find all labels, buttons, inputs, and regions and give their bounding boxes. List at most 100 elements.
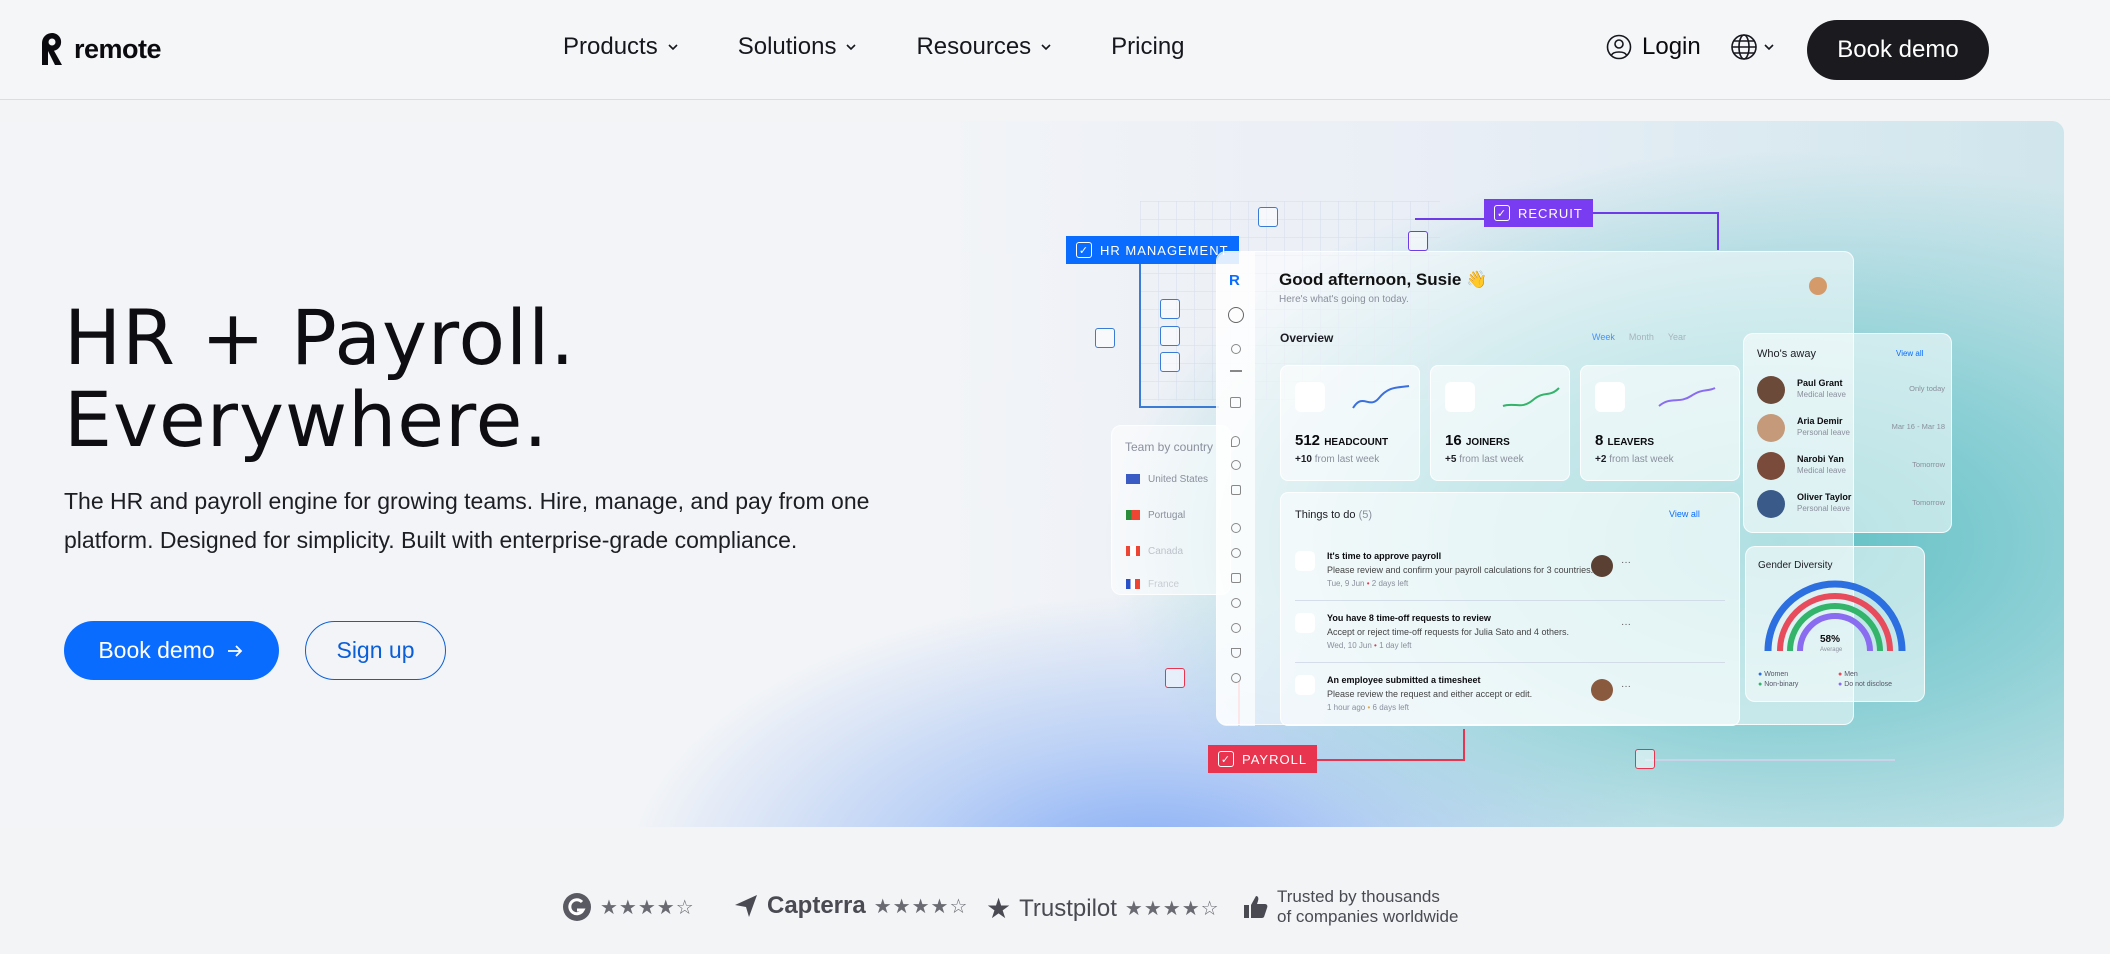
gender-diversity-panel: Gender Diversity 58% Average ● Women ● M… — [1745, 546, 1925, 702]
tab-year[interactable]: Year — [1668, 332, 1686, 342]
globe-icon[interactable] — [1231, 598, 1241, 608]
nav-item-products[interactable]: Products — [563, 33, 680, 61]
away-person[interactable]: Aria Demir Personal leave Mar 16 - Mar 1… — [1757, 414, 1947, 448]
todo-view-all-link[interactable]: View all — [1669, 509, 1700, 519]
more-icon[interactable]: ··· — [1621, 557, 1631, 568]
arrow-right-icon — [227, 644, 242, 657]
todo-heading: Things to do (5) — [1295, 509, 1373, 521]
avatar[interactable] — [1809, 277, 1827, 295]
hero-subtitle: The HR and payroll engine for growing te… — [64, 488, 870, 553]
trophy-icon[interactable] — [1231, 648, 1241, 658]
todo-title: It's time to approve payroll — [1327, 551, 1442, 561]
canada-flag-icon — [1126, 546, 1140, 556]
todo-desc: Accept or reject time-off requests for J… — [1327, 627, 1569, 637]
briefcase-icon[interactable] — [1231, 485, 1241, 495]
chevron-down-icon — [1041, 44, 1051, 51]
sign-up-button[interactable]: Sign up — [305, 621, 446, 680]
login-link[interactable]: Login — [1606, 33, 1701, 61]
book-demo-button[interactable]: Book demo — [64, 621, 279, 680]
nav-item-solutions[interactable]: Solutions — [738, 33, 859, 61]
users-icon — [1295, 382, 1325, 412]
person-name: Paul Grant — [1797, 378, 1843, 388]
trustpilot-rating[interactable]: ★ Trustpilot ★★★★☆ — [986, 892, 1220, 925]
away-person[interactable]: Oliver Taylor Personal leave Tomorrow — [1757, 490, 1947, 524]
g2-rating[interactable]: ★★★★☆ — [562, 892, 695, 922]
trend-sparkline — [1658, 387, 1716, 407]
hero-title: HR + Payroll. Everywhere. — [64, 297, 575, 461]
person-when: Tomorrow — [1912, 460, 1945, 469]
tab-week[interactable]: Week — [1592, 332, 1615, 342]
joiners-card: 16 JOINERS +5 from last week — [1430, 365, 1570, 481]
pin-icon[interactable] — [1231, 436, 1240, 447]
country-label: United States — [1148, 474, 1209, 485]
users-icon[interactable] — [1231, 523, 1241, 533]
avatar — [1757, 376, 1785, 404]
things-to-do-card: Things to do (5) View all It's time to a… — [1280, 492, 1740, 726]
person-when: Only today — [1909, 384, 1945, 393]
nav-item-resources[interactable]: Resources — [916, 33, 1053, 61]
avatar — [1591, 679, 1613, 701]
trusted-by-badge: Trusted by thousands of companies worldw… — [1241, 887, 1458, 927]
hero-title-line-2: Everywhere. — [64, 375, 549, 464]
hr-management-tag: ✓ HR MANAGEMENT — [1066, 236, 1239, 264]
share-icon[interactable] — [1231, 460, 1241, 470]
check-icon: ✓ — [1218, 751, 1234, 767]
search-icon[interactable] — [1228, 307, 1244, 323]
nav-item-pricing[interactable]: Pricing — [1111, 33, 1184, 61]
check-icon: ✓ — [1076, 242, 1092, 258]
panel-title: Team by country — [1125, 440, 1214, 454]
nav-item-label: Pricing — [1111, 33, 1185, 60]
away-person[interactable]: Narobi Yan Medical leave Tomorrow — [1757, 452, 1947, 486]
user-plus-icon — [1445, 382, 1475, 412]
todo-item[interactable]: You have 8 time-off requests to review A… — [1295, 613, 1725, 663]
chevron-down-icon — [1764, 44, 1774, 51]
person-when: Mar 16 - Mar 18 — [1891, 422, 1945, 431]
avatar — [1591, 555, 1613, 577]
trend-sparkline — [1352, 385, 1410, 409]
country-label: France — [1148, 579, 1180, 590]
hero-section: HR + Payroll. Everywhere. The HR and pay… — [0, 121, 2064, 827]
sun-icon[interactable] — [1231, 344, 1241, 354]
book-demo-nav-button[interactable]: Book demo — [1807, 20, 1989, 80]
stat-value: 8 LEAVERS — [1595, 432, 1655, 449]
layout-icon[interactable] — [1230, 397, 1241, 408]
clock-icon[interactable] — [1231, 548, 1241, 558]
tab-month[interactable]: Month — [1629, 332, 1654, 342]
leavers-card: 8 LEAVERS +2 from last week — [1580, 365, 1740, 481]
avatar — [1757, 490, 1785, 518]
brand-logo[interactable]: remote — [38, 31, 162, 67]
more-icon[interactable]: ··· — [1621, 681, 1631, 692]
legend-item: ● Do not disclose — [1838, 681, 1893, 688]
person-name: Oliver Taylor — [1797, 492, 1852, 502]
more-icon[interactable]: ··· — [1621, 619, 1631, 630]
user-plus-icon[interactable] — [1231, 623, 1241, 633]
todo-item[interactable]: It's time to approve payroll Please revi… — [1295, 551, 1725, 601]
collapse-icon[interactable] — [1230, 370, 1242, 372]
thumbs-up-icon — [1244, 896, 1268, 918]
todo-meta: Tue, 9 Jun • 2 days left — [1327, 579, 1409, 588]
person-reason: Medical leave — [1797, 390, 1846, 399]
avatar — [1757, 452, 1785, 480]
book-demo-label: Book demo — [98, 637, 215, 663]
capterra-rating[interactable]: Capterra ★★★★☆ — [733, 892, 968, 920]
timesheet-icon — [1295, 675, 1315, 695]
stat-delta: +5 from last week — [1445, 454, 1524, 465]
language-selector[interactable] — [1730, 33, 1776, 61]
brand-name: remote — [74, 33, 162, 64]
user-icon — [1295, 613, 1315, 633]
whos-away-panel: Who's away View all Paul Grant Medical l… — [1743, 333, 1952, 533]
shield-icon[interactable] — [1231, 673, 1241, 683]
gauge-label: Average — [1820, 647, 1843, 653]
tag-label: RECRUIT — [1518, 205, 1583, 221]
france-flag-icon — [1126, 579, 1140, 589]
whos-away-view-all-link[interactable]: View all — [1896, 349, 1923, 358]
trend-sparkline — [1502, 387, 1560, 407]
g2-logo-icon — [563, 893, 591, 921]
stat-delta: +2 from last week — [1595, 454, 1674, 465]
away-person[interactable]: Paul Grant Medical leave Only today — [1757, 376, 1947, 410]
document-icon[interactable] — [1231, 573, 1241, 583]
plus-icon — [1160, 326, 1180, 346]
c-icon — [1165, 668, 1185, 688]
gender-diversity-gauge — [1764, 580, 1906, 652]
todo-item[interactable]: An employee submitted a timesheet Please… — [1295, 675, 1725, 715]
